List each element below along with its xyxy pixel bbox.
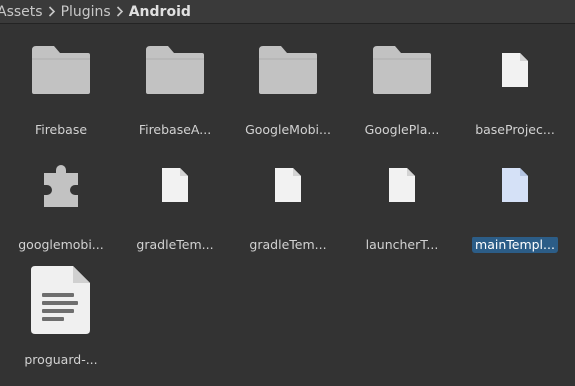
asset-label: Firebase: [34, 122, 88, 137]
breadcrumb-android[interactable]: Android: [129, 4, 191, 20]
breadcrumb-plugins[interactable]: Plugins: [61, 4, 111, 20]
chevron-right-icon: [43, 6, 61, 17]
asset-label: gradleTem...: [249, 237, 327, 252]
asset-item[interactable]: googlemobi...: [4, 140, 118, 252]
asset-item[interactable]: FirebaseA...: [118, 25, 232, 137]
asset-label: launcherT...: [365, 237, 439, 252]
file-icon: [275, 168, 301, 202]
asset-item[interactable]: launcherT...: [345, 140, 459, 252]
text-file-icon: [31, 266, 90, 334]
asset-label: GooglePla...: [364, 122, 440, 137]
asset-item-selected[interactable]: mainTempl...: [458, 140, 572, 253]
asset-label: GoogleMobi...: [245, 122, 331, 137]
folder-icon: [146, 46, 204, 94]
asset-item[interactable]: proguard-...: [4, 255, 118, 367]
asset-label: FirebaseA...: [138, 122, 212, 137]
folder-icon: [259, 46, 317, 94]
asset-label: googlemobi...: [18, 237, 104, 252]
asset-item[interactable]: baseProjec...: [458, 25, 572, 137]
breadcrumb: Assets Plugins Android: [0, 0, 575, 24]
folder-icon: [373, 46, 431, 94]
asset-item[interactable]: GooglePla...: [345, 25, 459, 137]
asset-label: mainTempl...: [460, 237, 570, 253]
asset-grid: Firebase FirebaseA... GoogleMobi... Goog…: [0, 25, 575, 386]
asset-label: baseProjec...: [475, 122, 555, 137]
file-icon: [502, 168, 528, 202]
asset-item[interactable]: gradleTem...: [231, 140, 345, 252]
asset-label: proguard-...: [24, 352, 98, 367]
asset-item[interactable]: GoogleMobi...: [231, 25, 345, 137]
folder-icon: [32, 46, 90, 94]
file-icon: [162, 168, 188, 202]
breadcrumb-assets[interactable]: Assets: [0, 4, 43, 20]
plugin-icon: [44, 165, 78, 207]
asset-item[interactable]: gradleTem...: [118, 140, 232, 252]
asset-item[interactable]: Firebase: [4, 25, 118, 137]
chevron-right-icon: [111, 6, 129, 17]
asset-label: gradleTem...: [136, 237, 214, 252]
file-icon: [389, 168, 415, 202]
file-icon: [502, 53, 528, 87]
